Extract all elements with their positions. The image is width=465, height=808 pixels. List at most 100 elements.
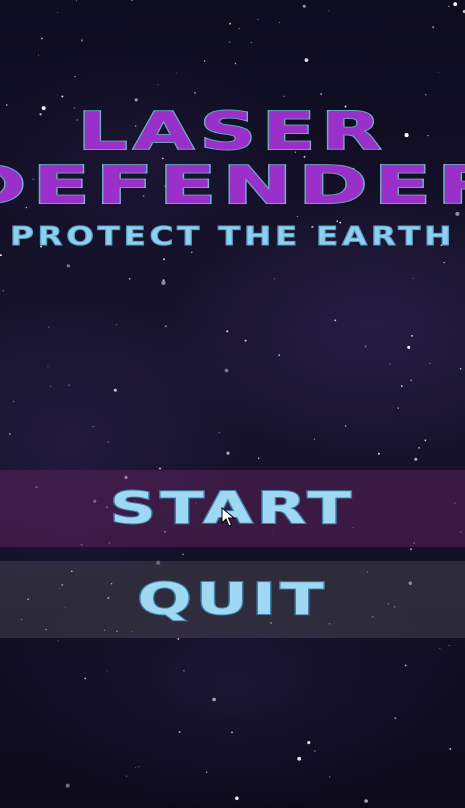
- star: [424, 439, 427, 442]
- star: [258, 457, 260, 459]
- star: [397, 407, 399, 409]
- star: [409, 548, 413, 551]
- star: [57, 640, 59, 642]
- star: [162, 279, 165, 282]
- star: [304, 58, 309, 62]
- star: [115, 324, 118, 326]
- star: [394, 717, 397, 720]
- star: [429, 362, 431, 365]
- star: [61, 95, 64, 98]
- star: [274, 278, 275, 280]
- star: [418, 446, 421, 449]
- star: [84, 677, 87, 680]
- star: [218, 432, 220, 434]
- star: [0, 254, 2, 257]
- quit-button[interactable]: QUIT: [0, 561, 465, 638]
- star: [226, 451, 230, 455]
- star: [224, 368, 229, 373]
- star: [41, 37, 43, 40]
- star: [278, 22, 280, 23]
- game-subtitle: PROTECT THE EARTH: [9, 222, 456, 252]
- star: [414, 457, 418, 461]
- star: [297, 756, 302, 761]
- star: [57, 11, 59, 13]
- star: [407, 345, 411, 349]
- star: [74, 75, 76, 78]
- star: [205, 771, 208, 773]
- star: [334, 319, 337, 322]
- star: [364, 799, 368, 803]
- star: [8, 433, 11, 435]
- star: [328, 10, 330, 12]
- star: [424, 93, 427, 96]
- star: [183, 670, 185, 672]
- quit-button-label: QUIT: [136, 573, 328, 625]
- star: [443, 261, 445, 264]
- star: [389, 363, 391, 365]
- star: [162, 258, 166, 261]
- mouse-pointer-icon: [221, 507, 235, 527]
- star: [296, 216, 298, 217]
- star: [176, 72, 178, 74]
- star: [12, 400, 15, 403]
- star: [226, 330, 229, 333]
- star: [283, 95, 285, 98]
- star: [37, 54, 40, 56]
- star: [2, 289, 5, 292]
- star: [453, 2, 458, 7]
- star: [250, 41, 252, 44]
- star: [48, 326, 50, 328]
- star: [410, 379, 412, 382]
- star: [439, 648, 441, 649]
- game-title-line-1: LASER: [76, 102, 388, 162]
- star: [448, 5, 450, 8]
- star: [307, 741, 311, 745]
- star: [138, 766, 140, 768]
- star: [177, 637, 180, 640]
- main-menu-screen: LASER DEFENDER PROTECT THE EARTH START Q…: [0, 0, 465, 808]
- star: [178, 730, 181, 734]
- star: [235, 796, 239, 801]
- star: [412, 277, 414, 279]
- star: [161, 280, 166, 285]
- star: [135, 767, 137, 769]
- star: [128, 277, 131, 280]
- star: [80, 39, 83, 42]
- star: [234, 62, 237, 65]
- star: [106, 670, 108, 672]
- star: [449, 747, 452, 750]
- star: [212, 697, 216, 702]
- star: [238, 27, 240, 29]
- star: [131, 0, 133, 1]
- star: [364, 345, 367, 348]
- star: [164, 325, 167, 328]
- star: [65, 783, 70, 788]
- star: [68, 384, 70, 386]
- star: [313, 749, 316, 752]
- star: [229, 22, 231, 25]
- star: [448, 644, 450, 646]
- star: [50, 385, 52, 387]
- star: [134, 98, 138, 102]
- star: [278, 354, 280, 356]
- star: [313, 438, 316, 440]
- star: [231, 731, 233, 734]
- star: [194, 92, 196, 94]
- star: [344, 425, 347, 427]
- game-title-line-2: DEFENDER: [0, 156, 465, 216]
- star: [320, 93, 322, 95]
- star: [76, 0, 77, 2]
- star: [182, 553, 184, 555]
- star: [377, 452, 380, 455]
- star: [302, 4, 306, 8]
- star: [92, 425, 94, 427]
- star: [329, 776, 331, 778]
- star: [47, 365, 49, 367]
- star: [459, 367, 462, 370]
- star: [228, 41, 231, 43]
- star: [203, 60, 206, 62]
- star: [401, 385, 403, 387]
- star: [66, 264, 71, 268]
- star: [125, 775, 127, 777]
- star: [107, 441, 109, 443]
